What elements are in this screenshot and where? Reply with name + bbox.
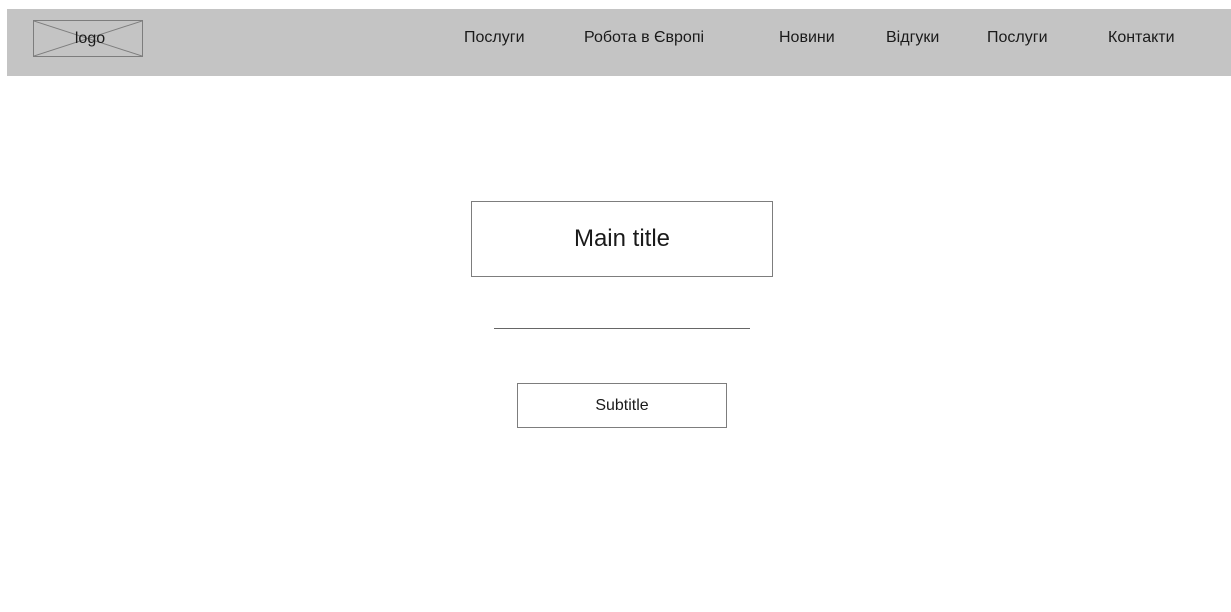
subtitle: Subtitle (517, 383, 727, 428)
logo-placeholder[interactable]: logo (33, 20, 143, 57)
main-title: Main title (471, 201, 773, 277)
nav-item-reviews[interactable]: Відгуки (886, 27, 939, 49)
divider-line (494, 328, 750, 329)
nav-item-news[interactable]: Новини (779, 27, 835, 49)
site-header: logo Послуги Робота в Європі Новини Відг… (7, 9, 1231, 76)
nav-item-services-2[interactable]: Послуги (987, 27, 1048, 49)
logo-label: logo (74, 29, 106, 47)
nav-item-contacts[interactable]: Контакти (1108, 27, 1175, 49)
nav-item-work-in-europe[interactable]: Робота в Європі (584, 27, 704, 49)
nav-item-services[interactable]: Послуги (464, 27, 525, 49)
